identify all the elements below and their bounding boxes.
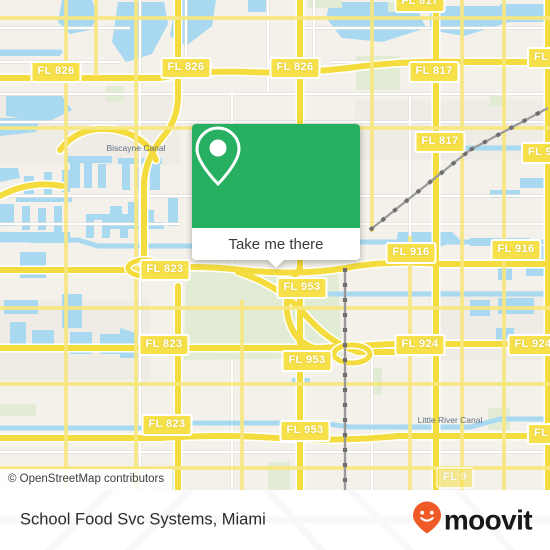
moovit-logo[interactable]: moovit [412,501,533,540]
moovit-wordmark: moovit [443,504,533,535]
highway-shield: FL 823 [141,414,193,436]
highway-shield: FL 9 [520,142,550,164]
highway-shield: FL 9 [526,47,550,69]
highway-shield: FL 823 [139,259,191,281]
map-canvas[interactable]: Biscayne Canal Little River Canal FL 826… [0,0,550,490]
take-me-there-button[interactable]: Take me there [192,228,360,268]
highway-shield: FL 9 [526,423,550,445]
highway-shield: FL 924 [507,334,550,356]
popup-card-header [192,124,360,228]
footer-bar: School Food Svc Systems, Miami moovit [0,490,550,550]
take-me-there-label: Take me there [228,235,324,253]
highway-shield: FL 953 [276,277,328,299]
highway-shield: FL 953 [281,350,333,372]
map-label: Biscayne Canal [106,143,166,153]
highway-shield: FL 817 [394,0,446,13]
highway-shield: FL 916 [385,242,437,264]
highway-shield: FL 924 [394,334,446,356]
moovit-pin-smiley-icon [412,501,442,540]
map-label: Little River Canal [417,415,483,425]
highway-shield: FL 916 [490,239,542,261]
highway-shield: FL 817 [414,131,466,153]
place-title: School Food Svc Systems, Miami [20,510,266,529]
screenshot-root: Biscayne Canal Little River Canal FL 826… [0,0,550,550]
highway-shield: FL 826 [160,57,212,79]
highway-shield: FL 826 [30,61,82,83]
highway-shield: FL 9 [435,467,475,489]
highway-shield: FL 817 [408,61,460,83]
osm-attribution[interactable]: © OpenStreetMap contributors [0,469,173,490]
highway-shield: FL 823 [138,334,190,356]
highway-shield: FL 826 [269,57,321,79]
location-popup-card[interactable]: Take me there [192,124,360,268]
highway-shield: FL 953 [279,420,331,442]
popup-card-tail [267,259,285,268]
